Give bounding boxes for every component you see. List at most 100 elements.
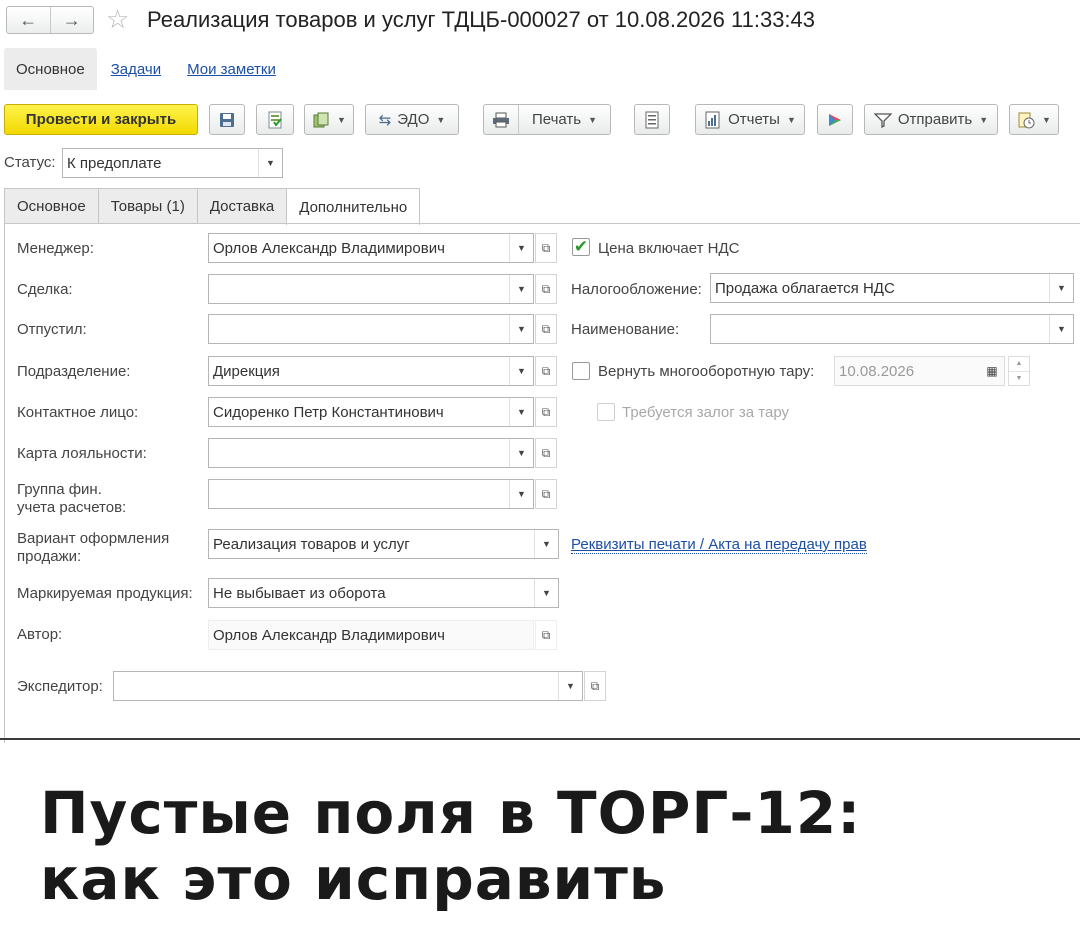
post-button[interactable] [256,104,294,135]
date-spinner: ▲ ▼ [1008,356,1030,386]
manager-field[interactable]: Орлов Александр Владимирович ▼ [208,233,534,263]
dropdown-arrow-icon: ▼ [337,114,346,125]
open-contact-icon[interactable]: ⧉ [535,397,557,427]
edo-menu-button[interactable]: ⇆ ЭДО ▼ [365,104,459,135]
fin-group-label-line1: Группа фин. [17,481,102,498]
fin-group-field[interactable]: ▼ [208,479,534,509]
released-label: Отпустил: [17,321,87,338]
reports-icon [705,111,720,128]
reports-label: Отчеты [728,111,780,128]
status-label: Статус: [4,154,56,171]
article-caption: Пустые поля в ТОРГ-12: как это исправить [40,780,861,912]
deal-field[interactable]: ▼ [208,274,534,304]
post-and-close-button[interactable]: Провести и закрыть [4,104,198,135]
print-button-group: Печать ▼ [483,104,611,135]
open-fin-group-icon[interactable]: ⧉ [535,479,557,509]
print-menu-button[interactable]: Печать ▼ [519,105,610,134]
dropdown-arrow-icon[interactable]: ▼ [509,234,533,262]
fin-group-label: Группа фин. учета расчетов: [17,481,126,517]
forwarder-field[interactable]: ▼ [113,671,583,701]
document-list-icon [645,111,659,128]
loyalty-label: Карта лояльности: [17,445,147,462]
open-loyalty-icon[interactable]: ⧉ [535,438,557,468]
open-forwarder-icon[interactable]: ⧉ [584,671,606,701]
print-label: Печать [531,111,582,128]
open-released-icon[interactable]: ⧉ [535,314,557,344]
print-requisites-link[interactable]: Реквизиты печати / Акта на передачу прав [571,536,867,554]
dropdown-arrow-icon[interactable]: ▼ [509,275,533,303]
dropdown-arrow-icon: ▼ [1042,114,1051,125]
tab-delivery[interactable]: Доставка [196,188,288,224]
dropdown-arrow-icon: ▼ [588,114,598,125]
reports-menu-button[interactable]: Отчеты ▼ [695,104,805,135]
dropdown-arrow-icon[interactable]: ▼ [509,480,533,508]
tab-goods[interactable]: Товары (1) [97,188,198,224]
taxation-label: Налогообложение: [571,281,702,298]
spin-up-icon: ▲ [1015,360,1023,368]
open-deal-icon[interactable]: ⧉ [535,274,557,304]
naming-select[interactable]: ▼ [710,314,1074,344]
marked-label: Маркируемая продукция: [17,585,193,602]
forward-arrow-icon[interactable]: → [49,7,94,33]
nav-main[interactable]: Основное [4,48,97,90]
nav-tasks-link[interactable]: Задачи [111,61,161,78]
dropdown-arrow-icon: ▼ [979,114,989,125]
dropdown-arrow-icon[interactable]: ▼ [558,672,582,700]
dropdown-arrow-icon[interactable]: ▼ [534,530,558,558]
dropdown-arrow-icon: ▼ [786,114,796,125]
sale-variant-select[interactable]: Реализация товаров и услуг ▼ [208,529,559,559]
author-field: Орлов Александр Владимирович [208,620,534,650]
dropdown-arrow-icon[interactable]: ▼ [1049,274,1073,302]
caption-line-2: как это исправить [40,845,667,913]
division-field[interactable]: Дирекция ▼ [208,356,534,386]
marked-products-value: Не выбывает из оборота [213,584,386,602]
marked-products-select[interactable]: Не выбывает из оборота ▼ [208,578,559,608]
return-tare-date-field: 10.08.2026 ▦ [834,356,1005,386]
return-tare-checkbox[interactable] [572,362,590,380]
contact-label: Контактное лицо: [17,404,139,421]
tab-additional[interactable]: Дополнительно [286,188,421,225]
share-button[interactable] [817,104,853,135]
history-nav: ← → [6,6,94,34]
edo-label: ЭДО [397,111,430,128]
taxation-select[interactable]: Продажа облагается НДС ▼ [710,273,1074,303]
back-arrow-icon[interactable]: ← [7,7,50,33]
dropdown-arrow-icon[interactable]: ▼ [509,357,533,385]
deal-label: Сделка: [17,281,73,298]
structure-button[interactable] [634,104,670,135]
create-based-on-button[interactable]: ▼ [304,104,354,135]
open-author-icon[interactable]: ⧉ [535,620,557,650]
contact-field[interactable]: Сидоренко Петр Константинович ▼ [208,397,534,427]
open-manager-icon[interactable]: ⧉ [535,233,557,263]
forwarder-label: Экспедитор: [17,678,103,695]
dropdown-arrow-icon[interactable]: ▼ [1049,315,1073,343]
dropdown-arrow-icon[interactable]: ▼ [534,579,558,607]
post-document-icon [268,111,282,128]
attachments-menu-button[interactable]: ▼ [1009,104,1059,135]
loyalty-field[interactable]: ▼ [208,438,534,468]
nav-notes-link[interactable]: Мои заметки [187,61,276,78]
price-includes-vat-checkbox[interactable]: ✔ [572,238,590,256]
document-title: Реализация товаров и услуг ТДЦБ-000027 о… [147,7,816,32]
favorite-star-icon[interactable]: ☆ [106,4,129,34]
dropdown-arrow-icon: ▼ [436,114,446,125]
status-select[interactable]: К предоплате ▼ [62,148,283,178]
share-arrow-icon [829,113,841,126]
dropdown-arrow-icon[interactable]: ▼ [258,149,282,177]
create-based-icon [313,112,329,127]
send-menu-button[interactable]: Отправить ▼ [864,104,998,135]
dropdown-arrow-icon[interactable]: ▼ [509,398,533,426]
price-includes-vat-label: Цена включает НДС [598,240,740,257]
dropdown-arrow-icon[interactable]: ▼ [509,315,533,343]
section-divider [0,738,1080,740]
naming-label: Наименование: [571,321,680,338]
open-division-icon[interactable]: ⧉ [535,356,557,386]
form-sections-nav: Основное Задачи Мои заметки [4,48,276,90]
tab-main[interactable]: Основное [4,188,99,224]
released-field[interactable]: ▼ [208,314,534,344]
quick-print-button[interactable] [484,105,518,134]
taxation-value: Продажа облагается НДС [715,279,895,297]
save-button[interactable] [209,104,245,135]
dropdown-arrow-icon[interactable]: ▼ [509,439,533,467]
edo-icon: ⇆ [378,111,392,129]
